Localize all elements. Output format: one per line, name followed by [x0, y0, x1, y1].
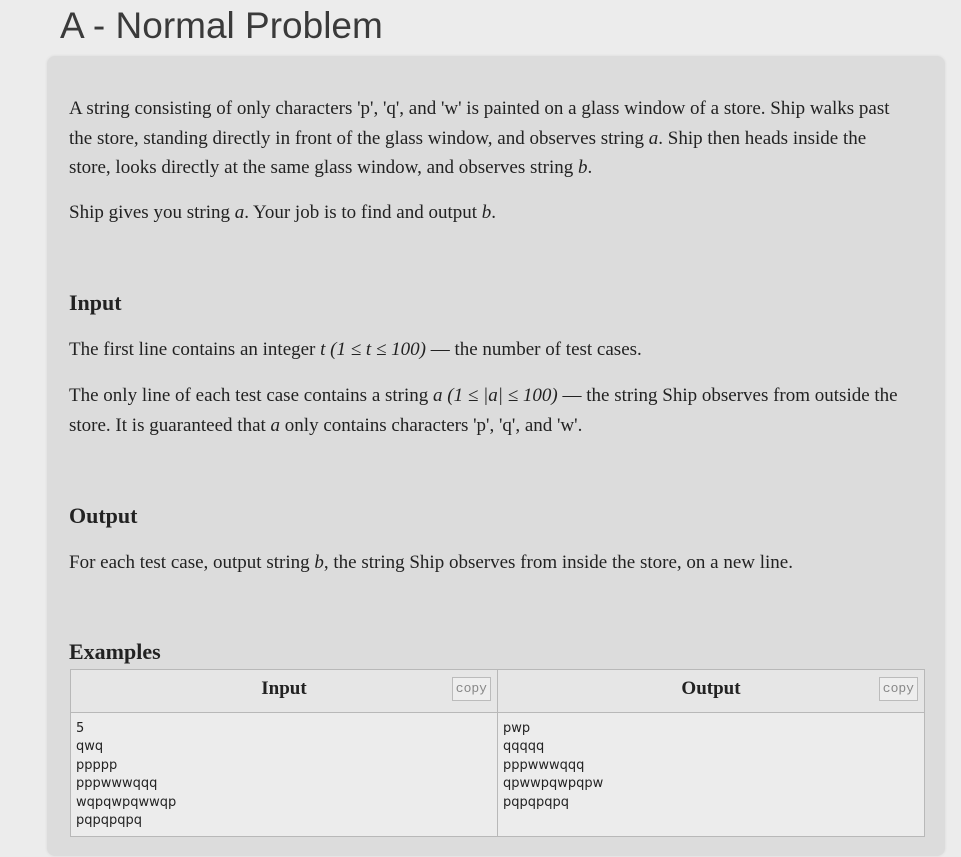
example-line: 5	[76, 721, 85, 736]
output-paragraph: For each test case, output string b, the…	[69, 548, 899, 578]
input-paragraph-2: The only line of each test case contains…	[69, 381, 899, 440]
examples-heading: Examples	[69, 639, 161, 664]
statement-text: Ship gives you string	[69, 202, 235, 223]
example-line: pppwwwqqq	[76, 776, 158, 792]
page-title: A - Normal Problem	[60, 5, 383, 46]
example-line: qwq	[76, 739, 104, 755]
input-paragraph-1: The first line contains an integer t (1 …	[69, 335, 899, 365]
math-expression: t (1 ≤ t ≤ 100)	[320, 339, 426, 360]
input-text: only contains characters 'p', 'q', and '…	[280, 414, 583, 436]
input-text: The first line contains an integer	[69, 339, 321, 360]
example-output-text[interactable]: pwp qqqqq pppwwwqqq qpwwpqwpqpw pqpqpqpq	[503, 720, 603, 812]
math-var: a	[234, 202, 245, 223]
example-line: qqqqq	[503, 739, 545, 755]
input-heading: Input	[69, 290, 122, 315]
math-var: a	[270, 414, 281, 436]
math-var: b	[481, 202, 492, 223]
example-line: ppppp	[76, 757, 118, 773]
example-line: qpwwpqwpqpw	[503, 776, 604, 792]
statement-text: .	[491, 202, 497, 223]
math-var: b	[578, 157, 588, 178]
example-output-column: Output copy pwp qqqqq pppwwwqqq qpwwpqwpqpw…	[498, 670, 924, 836]
example-line: pwp	[503, 721, 531, 736]
math-expression: a (1 ≤ |a| ≤ 100)	[433, 385, 558, 406]
statement-text: .	[587, 157, 593, 178]
math-var: a	[648, 127, 659, 149]
example-line: pppwwwqqq	[503, 757, 585, 773]
problem-statement-card: A string consisting of only characters '…	[47, 56, 945, 856]
math-var: b	[314, 552, 324, 573]
example-line: wqpqwpqwwqp	[76, 794, 177, 810]
statement-paragraph-1: A string consisting of only characters '…	[69, 94, 899, 183]
example-input-label: Input	[261, 678, 307, 699]
example-output-header: Output copy	[498, 670, 924, 713]
copy-output-button[interactable]: copy	[878, 677, 918, 701]
output-text: , the string Ship observes from inside t…	[323, 552, 793, 573]
example-input-text[interactable]: 5 qwq ppppp pppwwwqqq wqpqwpqwwqp pqpqpqpq	[76, 720, 176, 830]
example-input-column: Input copy 5 qwq ppppp pppwwwqqq wqpqwpqwwqp…	[71, 670, 498, 836]
example-line: pqpqpqpq	[76, 813, 143, 829]
example-input-header: Input copy	[71, 670, 497, 713]
example-line: pqpqpqpq	[503, 794, 570, 810]
examples-table: Input copy 5 qwq ppppp pppwwwqqq wqpqwpqwwqp…	[70, 669, 925, 837]
input-text: The only line of each test case contains…	[69, 385, 434, 406]
output-heading: Output	[69, 503, 138, 528]
statement-paragraph-2: Ship gives you string a. Your job is to …	[69, 198, 899, 228]
input-text: — the number of test cases.	[425, 339, 642, 360]
example-output-label: Output	[681, 678, 741, 699]
output-text: For each test case, output string	[69, 552, 315, 573]
copy-input-button[interactable]: copy	[451, 677, 491, 701]
statement-text: . Your job is to find and output	[244, 202, 482, 223]
